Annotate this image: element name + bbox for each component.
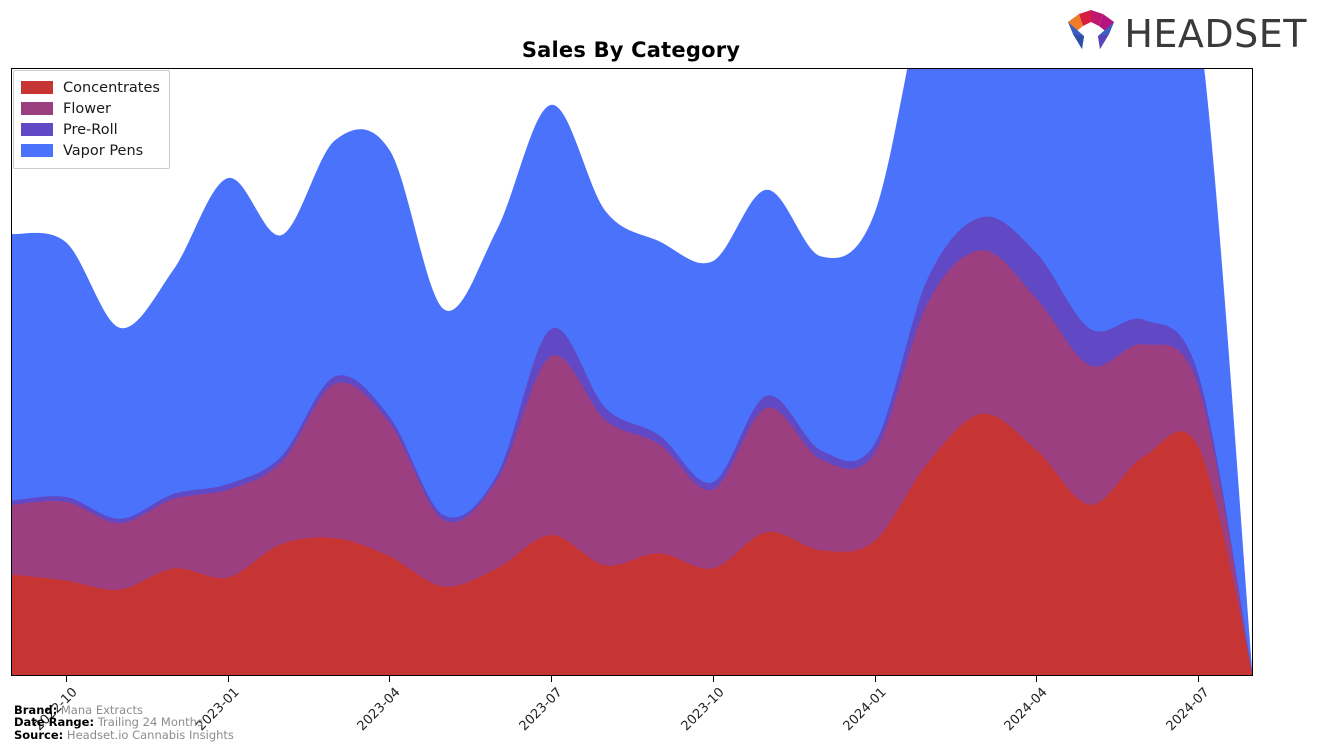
headset-logo: HEADSET [1064, 8, 1307, 60]
x-tick-mark [712, 676, 714, 682]
x-tick-label: 2024-01 [840, 685, 890, 735]
x-tick-label: 2023-04 [354, 685, 404, 735]
chart-legend: Concentrates Flower Pre-Roll Vapor Pens [13, 70, 170, 169]
x-tick-mark [551, 676, 553, 682]
chart-page: Sales By Category HEADSET Concentrates F… [0, 0, 1317, 745]
legend-swatch-vapor-pens [21, 144, 53, 157]
legend-label-flower: Flower [63, 100, 111, 117]
x-axis: 2022-10 2023-01 2023-04 2023-07 2023-10 2024-… [11, 676, 1253, 734]
stacked-area-chart [12, 69, 1252, 675]
x-tick-mark [227, 676, 229, 682]
legend-swatch-pre-roll [21, 123, 53, 136]
headset-logo-text: HEADSET [1124, 12, 1307, 56]
footer-source-value: Headset.io Cannabis Insights [66, 727, 234, 742]
legend-item-concentrates: Concentrates [21, 77, 160, 98]
x-tick-mark [1198, 676, 1200, 682]
legend-label-concentrates: Concentrates [63, 79, 160, 96]
legend-label-vapor-pens: Vapor Pens [63, 142, 144, 159]
footer-source-line: Source: Headset.io Cannabis Insights [14, 727, 234, 742]
legend-swatch-flower [21, 102, 53, 115]
footer-source-key: Source: [14, 727, 64, 742]
x-tick-mark [65, 676, 67, 682]
x-tick-label: 2023-10 [678, 685, 728, 735]
legend-swatch-concentrates [21, 81, 53, 94]
x-tick-mark [389, 676, 391, 682]
legend-item-pre-roll: Pre-Roll [21, 119, 160, 140]
x-tick-label: 2023-07 [516, 685, 566, 735]
x-tick-mark [874, 676, 876, 682]
x-tick-label: 2024-07 [1163, 685, 1213, 735]
legend-label-pre-roll: Pre-Roll [63, 121, 118, 138]
x-tick-label: 2024-04 [1001, 685, 1051, 735]
headset-hexagon-logo-icon [1064, 8, 1118, 60]
chart-footer: Brand: Mana Extracts Date Range: Trailin… [14, 703, 234, 742]
legend-item-flower: Flower [21, 98, 160, 119]
x-tick-mark [1036, 676, 1038, 682]
chart-plot-area [11, 68, 1253, 676]
legend-item-vapor-pens: Vapor Pens [21, 140, 160, 161]
